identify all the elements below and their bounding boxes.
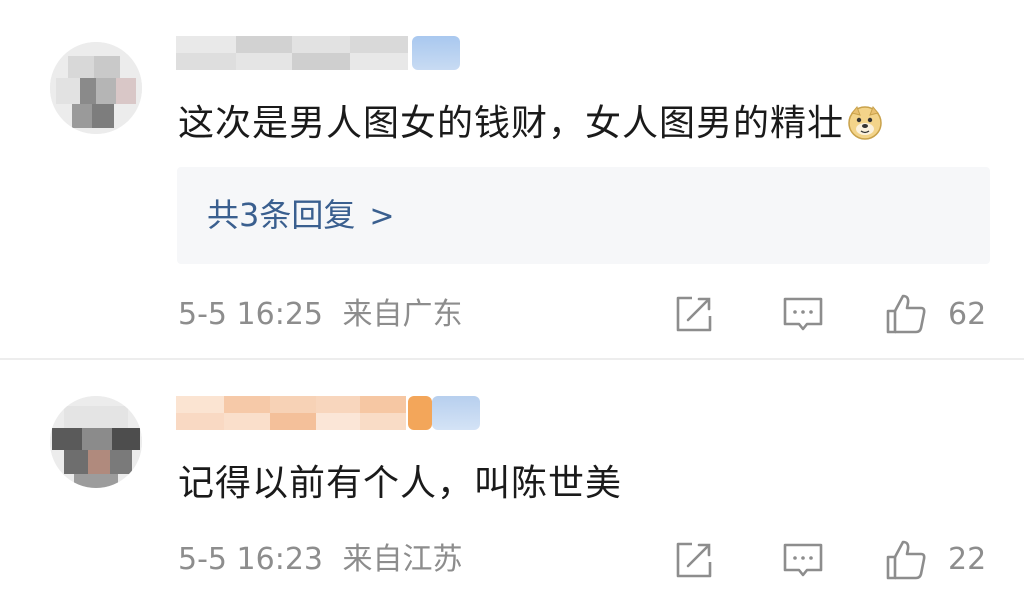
like-count: 62 bbox=[948, 297, 987, 332]
view-replies-link[interactable]: 共3条回复 > bbox=[207, 191, 395, 241]
comment-icon[interactable] bbox=[781, 538, 825, 582]
location: 来自广东 bbox=[342, 297, 463, 332]
comment-item: 这次是男人图女的钱财，女人图男的精壮 共3条回复 > 5-5 16:25 来自广东 bbox=[0, 0, 1024, 355]
comment-text: 记得以前有个人，叫陈世美 bbox=[178, 463, 623, 504]
avatar[interactable] bbox=[50, 42, 142, 134]
comment-list: 这次是男人图女的钱财，女人图男的精壮 共3条回复 > 5-5 16:25 来自广东 bbox=[0, 0, 1024, 603]
avatar[interactable] bbox=[50, 396, 142, 488]
chevron-right-icon: > bbox=[369, 199, 395, 234]
comment-item: 记得以前有个人，叫陈世美 5-5 16:23 来自江苏 22 bbox=[0, 362, 1024, 603]
share-icon[interactable] bbox=[672, 538, 716, 582]
comment-meta: 5-5 16:25 来自广东 bbox=[178, 295, 463, 335]
user-badge-icon bbox=[408, 396, 432, 430]
like-thumb-icon[interactable] bbox=[884, 538, 928, 582]
user-level-icon bbox=[432, 396, 480, 430]
like-thumb-icon[interactable] bbox=[884, 292, 928, 336]
location: 来自江苏 bbox=[342, 542, 463, 577]
user-badge-icon bbox=[412, 36, 460, 70]
replies-panel[interactable]: 共3条回复 > bbox=[177, 167, 990, 264]
divider bbox=[0, 358, 1024, 360]
comment-icon[interactable] bbox=[781, 292, 825, 336]
timestamp: 5-5 16:25 bbox=[178, 297, 323, 332]
like-count: 22 bbox=[948, 542, 987, 577]
comment-text: 这次是男人图女的钱财，女人图男的精壮 bbox=[178, 100, 884, 148]
share-icon[interactable] bbox=[672, 292, 716, 336]
comment-meta: 5-5 16:23 来自江苏 bbox=[178, 540, 463, 580]
timestamp: 5-5 16:23 bbox=[178, 542, 323, 577]
doge-emoji-icon bbox=[848, 106, 882, 140]
